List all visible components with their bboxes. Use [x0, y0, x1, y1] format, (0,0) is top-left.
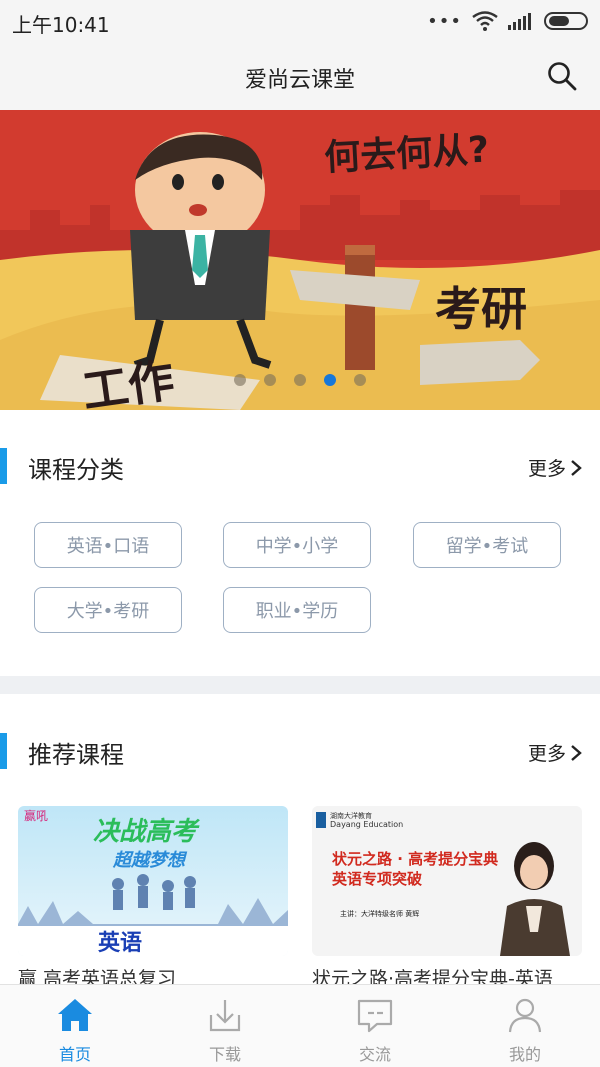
course-thumbnail: 赢吼 决战高考 超越梦想 英语 — [18, 806, 288, 956]
thumb-headline-2: 超越梦想 — [112, 850, 188, 871]
category-tag-university[interactable]: 大学•考研 — [34, 587, 182, 633]
carousel-indicator — [0, 374, 600, 386]
nav-item-profile[interactable]: 我的 — [450, 985, 600, 1067]
recommended-section-title: 推荐课程 — [28, 741, 124, 769]
download-icon — [209, 1000, 241, 1032]
more-label: 更多 — [527, 458, 566, 480]
nav-item-download[interactable]: 下载 — [150, 985, 300, 1067]
nav-label-profile: 我的 — [508, 1045, 541, 1064]
category-section-title: 课程分类 — [28, 456, 124, 484]
wifi-icon — [472, 11, 498, 31]
battery-icon — [544, 12, 588, 30]
banner-carousel[interactable]: 何去何从? 考研 工作 — [0, 110, 600, 410]
bottom-nav: 首页 下载 交流 我的 — [0, 984, 600, 1067]
category-tag-study-abroad[interactable]: 留学•考试 — [413, 522, 561, 568]
carousel-dot[interactable] — [354, 374, 366, 386]
carousel-dot[interactable] — [294, 374, 306, 386]
status-bar: 上午10:41 ••• — [0, 0, 600, 44]
chevron-right-icon — [571, 744, 582, 761]
more-dots-icon: ••• — [427, 10, 462, 32]
chevron-right-icon — [571, 459, 582, 476]
category-tag-vocational[interactable]: 职业•学历 — [223, 587, 371, 633]
course-thumbnail: 湖南大洋教育 Dayang Education 状元之路 · 高考提分宝典 英语… — [312, 806, 582, 956]
thumb-headline-1: 状元之路 · 高考提分宝典 — [332, 850, 498, 868]
home-icon — [58, 999, 92, 1031]
carousel-dot-active[interactable] — [324, 374, 336, 386]
app-bar: 爱尚云课堂 — [0, 44, 600, 110]
chat-icon — [357, 999, 393, 1033]
course-card[interactable]: 湖南大洋教育 Dayang Education 状元之路 · 高考提分宝典 英语… — [312, 806, 582, 990]
category-tag-middle-school[interactable]: 中学•小学 — [223, 522, 371, 568]
banner-sign-right: 考研 — [435, 282, 527, 336]
signal-icon — [508, 13, 531, 30]
search-icon[interactable] — [546, 60, 578, 92]
section-accent-bar — [0, 733, 7, 769]
category-tag-english[interactable]: 英语•口语 — [34, 522, 182, 568]
thumb-subject: 英语 — [98, 931, 142, 956]
carousel-dot[interactable] — [234, 374, 246, 386]
nav-label-home: 首页 — [58, 1045, 91, 1064]
thumb-badge: 赢吼 — [24, 808, 48, 823]
recommended-more-link[interactable]: 更多 — [528, 739, 582, 766]
section-divider — [0, 676, 600, 694]
thumb-brand-cn: 湖南大洋教育 — [330, 811, 372, 820]
nav-item-home[interactable]: 首页 — [0, 985, 150, 1067]
category-section-header: 课程分类 更多 — [0, 446, 600, 486]
section-accent-bar — [0, 448, 7, 484]
thumb-brand-en: Dayang Education — [330, 820, 403, 829]
more-label: 更多 — [527, 743, 566, 765]
status-icons: ••• — [427, 10, 588, 32]
nav-item-chat[interactable]: 交流 — [300, 985, 450, 1067]
banner-image: 何去何从? 考研 工作 — [0, 110, 600, 410]
user-icon — [508, 998, 542, 1033]
carousel-dot[interactable] — [264, 374, 276, 386]
category-more-link[interactable]: 更多 — [528, 454, 582, 481]
page-title: 爱尚云课堂 — [244, 68, 355, 93]
nav-label-chat: 交流 — [358, 1045, 391, 1064]
recommended-section-header: 推荐课程 更多 — [0, 731, 600, 771]
banner-headline: 何去何从? — [323, 129, 490, 179]
status-time: 上午10:41 — [12, 13, 110, 37]
thumb-headline-1: 决战高考 — [93, 817, 200, 847]
course-card[interactable]: 赢吼 决战高考 超越梦想 英语 赢 高考英语总复习 — [18, 806, 288, 990]
thumb-headline-2: 英语专项突破 — [332, 870, 422, 888]
nav-label-download: 下载 — [208, 1045, 241, 1064]
thumb-speaker: 主讲：大洋特级名师 黄辉 — [340, 909, 419, 918]
